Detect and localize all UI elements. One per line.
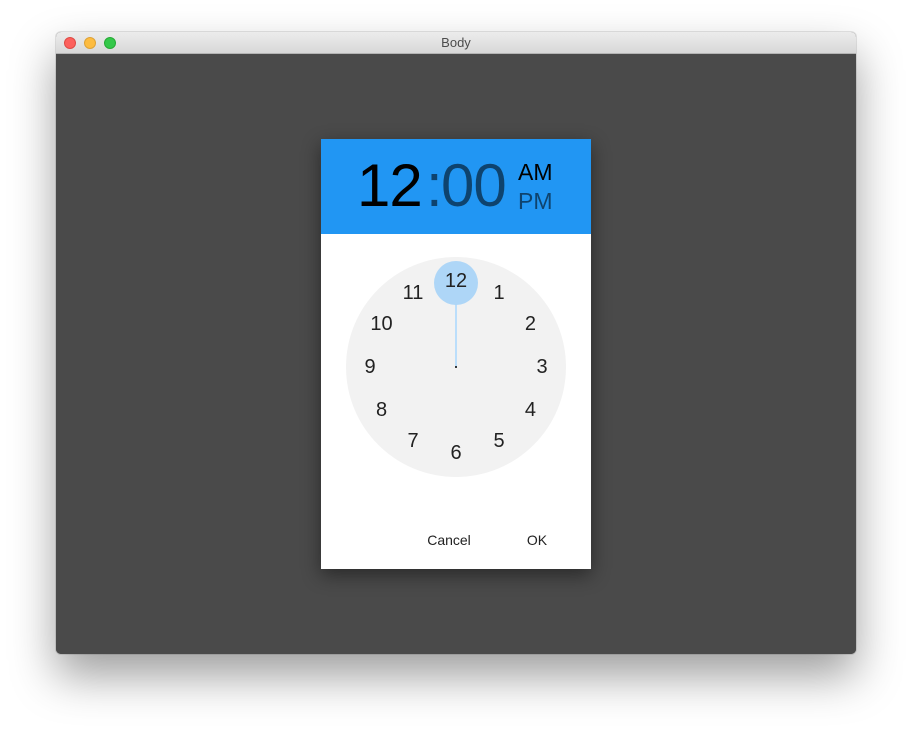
hour-display[interactable]: 12 [357, 151, 423, 221]
clock-number-2[interactable]: 2 [510, 311, 550, 337]
clock-dial[interactable]: 12 1 2 3 4 5 6 7 8 9 10 11 [346, 257, 566, 477]
minute-display[interactable]: 00 [441, 151, 507, 221]
clock-number-5[interactable]: 5 [479, 428, 519, 454]
clock-number-11[interactable]: 11 [393, 280, 433, 306]
window-content: 12 : 00 AM PM 12 1 2 3 4 5 6 7 8 9 10 11 Cancel OK [56, 54, 856, 654]
clock-number-4[interactable]: 4 [510, 397, 550, 423]
ok-button[interactable]: OK [517, 527, 557, 553]
title-bar[interactable]: Body [56, 32, 856, 54]
clock-number-12[interactable]: 12 [436, 268, 476, 294]
clock-number-9[interactable]: 9 [350, 354, 390, 380]
clock-center-dot [455, 366, 457, 368]
time-picker-header: 12 : 00 AM PM [321, 139, 591, 234]
time-separator: : [426, 152, 443, 219]
clock-number-8[interactable]: 8 [362, 397, 402, 423]
am-toggle[interactable]: AM [518, 158, 553, 186]
clock-number-10[interactable]: 10 [362, 311, 402, 337]
clock-number-1[interactable]: 1 [479, 280, 519, 306]
clock-number-7[interactable]: 7 [393, 428, 433, 454]
cancel-button[interactable]: Cancel [419, 527, 479, 553]
pm-toggle[interactable]: PM [518, 187, 553, 215]
window-title: Body [441, 35, 471, 50]
clock-number-6[interactable]: 6 [436, 440, 476, 466]
clock-number-3[interactable]: 3 [522, 354, 562, 380]
time-picker-dialog: 12 : 00 AM PM 12 1 2 3 4 5 6 7 8 9 10 11 Cancel OK [321, 139, 591, 569]
app-window: Body 12 : 00 AM PM 12 1 2 3 4 5 6 7 8 9 10 11 Cance… [56, 32, 856, 654]
